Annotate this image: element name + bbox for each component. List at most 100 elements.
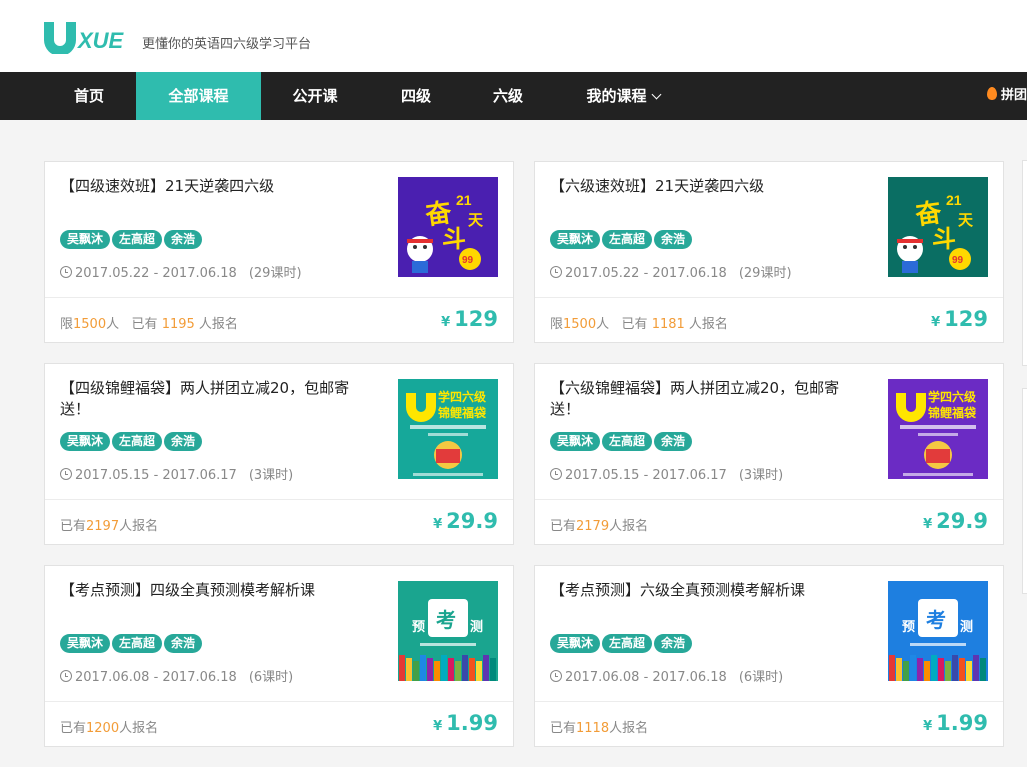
teacher-tags: 吴飘沐 左高超 余浩 — [550, 228, 694, 249]
course-thumbnail[interactable]: 21 天 奋 斗 99 — [888, 177, 988, 277]
course-card-body: 【四级锦鲤福袋】两人拼团立减20，包邮寄送！ 吴飘沐 左高超 余浩 2017.05.… — [45, 364, 513, 500]
person-unit: 人 — [106, 317, 120, 332]
course-card[interactable]: 【四级锦鲤福袋】两人拼团立减20，包邮寄送！ 吴飘沐 左高超 余浩 2017.05.… — [44, 363, 514, 545]
partial-card-edge — [1022, 160, 1027, 366]
enrollment-info: 已有1200人报名 — [60, 717, 158, 736]
nav-home[interactable]: 首页 — [42, 72, 136, 120]
teacher-tag[interactable]: 余浩 — [164, 432, 203, 451]
course-thumbnail[interactable]: 学四六级 锦鲤福袋 — [398, 379, 498, 479]
teacher-tag[interactable]: 余浩 — [654, 432, 693, 451]
currency-symbol: ¥ — [441, 315, 451, 330]
teacher-tag[interactable]: 左高超 — [602, 230, 653, 249]
have-prefix: 已有 — [131, 317, 158, 332]
svg-text:预: 预 — [902, 620, 915, 635]
svg-text:学四六级: 学四六级 — [928, 389, 976, 404]
course-card[interactable]: 【考点预测】六级全真预测模考解析课 吴飘沐 左高超 余浩 2017.06.08 - … — [534, 565, 1004, 747]
clock-icon — [550, 468, 562, 480]
teacher-tag[interactable]: 余浩 — [164, 634, 203, 653]
currency-symbol: ¥ — [433, 719, 443, 734]
course-card-body: 【六级锦鲤福袋】两人拼团立减20，包邮寄送！ 吴飘沐 左高超 余浩 2017.05.… — [535, 364, 1003, 500]
date-range: 2017.06.08 - 2017.06.18 — [565, 670, 727, 685]
teacher-tag[interactable]: 吴飘沐 — [60, 230, 111, 249]
date-range: 2017.06.08 - 2017.06.18 — [75, 670, 237, 685]
svg-text:天: 天 — [958, 211, 974, 229]
teacher-tag[interactable]: 余浩 — [164, 230, 203, 249]
teacher-tag[interactable]: 左高超 — [602, 432, 653, 451]
nav-all-courses[interactable]: 全部课程 — [136, 72, 261, 120]
svg-text:锦鲤福袋: 锦鲤福袋 — [438, 405, 487, 420]
course-thumbnail[interactable]: 预 考 测 — [888, 581, 988, 681]
nav-my-courses[interactable]: 我的课程 — [568, 72, 678, 120]
course-thumbnail[interactable]: 学四六级 锦鲤福袋 — [888, 379, 988, 479]
course-card[interactable]: 【六级锦鲤福袋】两人拼团立减20，包邮寄送！ 吴飘沐 左高超 余浩 2017.05.… — [534, 363, 1004, 545]
svg-text:斗: 斗 — [932, 225, 956, 253]
lesson-count: (3课时) — [248, 468, 294, 483]
teacher-tags: 吴飘沐 左高超 余浩 — [550, 632, 694, 653]
limit-prefix: 限 — [550, 317, 564, 332]
price-value: 29.9 — [936, 509, 988, 533]
course-thumbnail[interactable]: 预 考 测 — [398, 581, 498, 681]
teacher-tag[interactable]: 余浩 — [654, 230, 693, 249]
lesson-count: (29课时) — [738, 266, 792, 281]
clock-icon — [60, 670, 72, 682]
teacher-tag[interactable]: 吴飘沐 — [60, 432, 111, 451]
price-value: 1.99 — [936, 711, 988, 735]
date-range: 2017.05.22 - 2017.06.18 — [75, 266, 237, 281]
course-schedule: 2017.05.22 - 2017.06.18 (29课时) — [550, 262, 792, 281]
course-card[interactable]: 【考点预测】四级全真预测模考解析课 吴飘沐 左高超 余浩 2017.06.08 - … — [44, 565, 514, 747]
teacher-tag[interactable]: 左高超 — [602, 634, 653, 653]
course-thumbnail[interactable]: 21 天 奋 斗 99 — [398, 177, 498, 277]
course-title[interactable]: 【四级锦鲤福袋】两人拼团立减20，包邮寄送！ — [60, 378, 375, 420]
teacher-tag[interactable]: 吴飘沐 — [550, 432, 601, 451]
teacher-tag[interactable]: 左高超 — [112, 230, 163, 249]
course-title[interactable]: 【四级速效班】21天逆袭四六级 — [60, 176, 375, 197]
teacher-tag[interactable]: 左高超 — [112, 432, 163, 451]
course-card[interactable]: 【四级速效班】21天逆袭四六级 吴飘沐 左高超 余浩 2017.05.22 - 20… — [44, 161, 514, 343]
teacher-tag[interactable]: 余浩 — [654, 634, 693, 653]
clock-icon — [60, 266, 72, 278]
course-title[interactable]: 【考点预测】四级全真预测模考解析课 — [60, 580, 375, 601]
course-title[interactable]: 【六级速效班】21天逆袭四六级 — [550, 176, 865, 197]
enrollment-info: 已有2179人报名 — [550, 515, 648, 534]
teacher-tags: 吴飘沐 左高超 余浩 — [550, 430, 694, 451]
course-schedule: 2017.05.15 - 2017.06.17 (3课时) — [550, 464, 783, 483]
svg-text:学四六级: 学四六级 — [438, 389, 486, 404]
limit-prefix: 限 — [60, 317, 74, 332]
teacher-tag[interactable]: 吴飘沐 — [550, 634, 601, 653]
teacher-tag[interactable]: 左高超 — [112, 634, 163, 653]
nav-group-buy[interactable]: 拼团 — [986, 72, 1027, 120]
course-title[interactable]: 【考点预测】六级全真预测模考解析课 — [550, 580, 865, 601]
course-price: ¥29.9 — [433, 509, 498, 533]
have-prefix: 已有 — [60, 519, 87, 534]
teacher-tag[interactable]: 吴飘沐 — [550, 230, 601, 249]
enrolled-count: 2179 — [576, 519, 610, 534]
course-price: ¥1.99 — [923, 711, 988, 735]
enrolled-suffix: 人报名 — [119, 519, 159, 534]
enrolled-suffix: 人报名 — [609, 519, 649, 534]
person-unit: 人 — [596, 317, 610, 332]
nav-cet6[interactable]: 六级 — [463, 72, 553, 120]
svg-text:测: 测 — [960, 619, 973, 635]
course-grid: 【四级速效班】21天逆袭四六级 吴飘沐 左高超 余浩 2017.05.22 - 20… — [0, 120, 1027, 767]
course-title[interactable]: 【六级锦鲤福袋】两人拼团立减20，包邮寄送！ — [550, 378, 865, 420]
have-prefix: 已有 — [550, 721, 577, 736]
nav-cet4[interactable]: 四级 — [369, 72, 463, 120]
course-card-body: 【考点预测】六级全真预测模考解析课 吴飘沐 左高超 余浩 2017.06.08 - … — [535, 566, 1003, 702]
header: XUE 更懂你的英语四六级学习平台 — [0, 0, 1027, 72]
svg-text:考: 考 — [926, 608, 946, 632]
course-card[interactable]: 【六级速效班】21天逆袭四六级 吴飘沐 左高超 余浩 2017.05.22 - 20… — [534, 161, 1004, 343]
uxue-logo[interactable]: XUE — [42, 18, 132, 54]
enrollment-info: 限1500人 已有 1195 人报名 — [60, 313, 238, 332]
have-prefix: 已有 — [60, 721, 87, 736]
svg-text:锦鲤福袋: 锦鲤福袋 — [928, 405, 977, 420]
course-price: ¥129 — [441, 307, 498, 331]
teacher-tag[interactable]: 吴飘沐 — [60, 634, 111, 653]
svg-text:天: 天 — [468, 211, 484, 229]
course-schedule: 2017.05.22 - 2017.06.18 (29课时) — [60, 262, 302, 281]
teacher-tags: 吴飘沐 左高超 余浩 — [60, 632, 204, 653]
course-schedule: 2017.06.08 - 2017.06.18 (6课时) — [60, 666, 293, 685]
price-value: 129 — [454, 307, 498, 331]
nav-open-courses[interactable]: 公开课 — [261, 72, 369, 120]
price-value: 1.99 — [446, 711, 498, 735]
svg-text:考: 考 — [436, 608, 456, 632]
